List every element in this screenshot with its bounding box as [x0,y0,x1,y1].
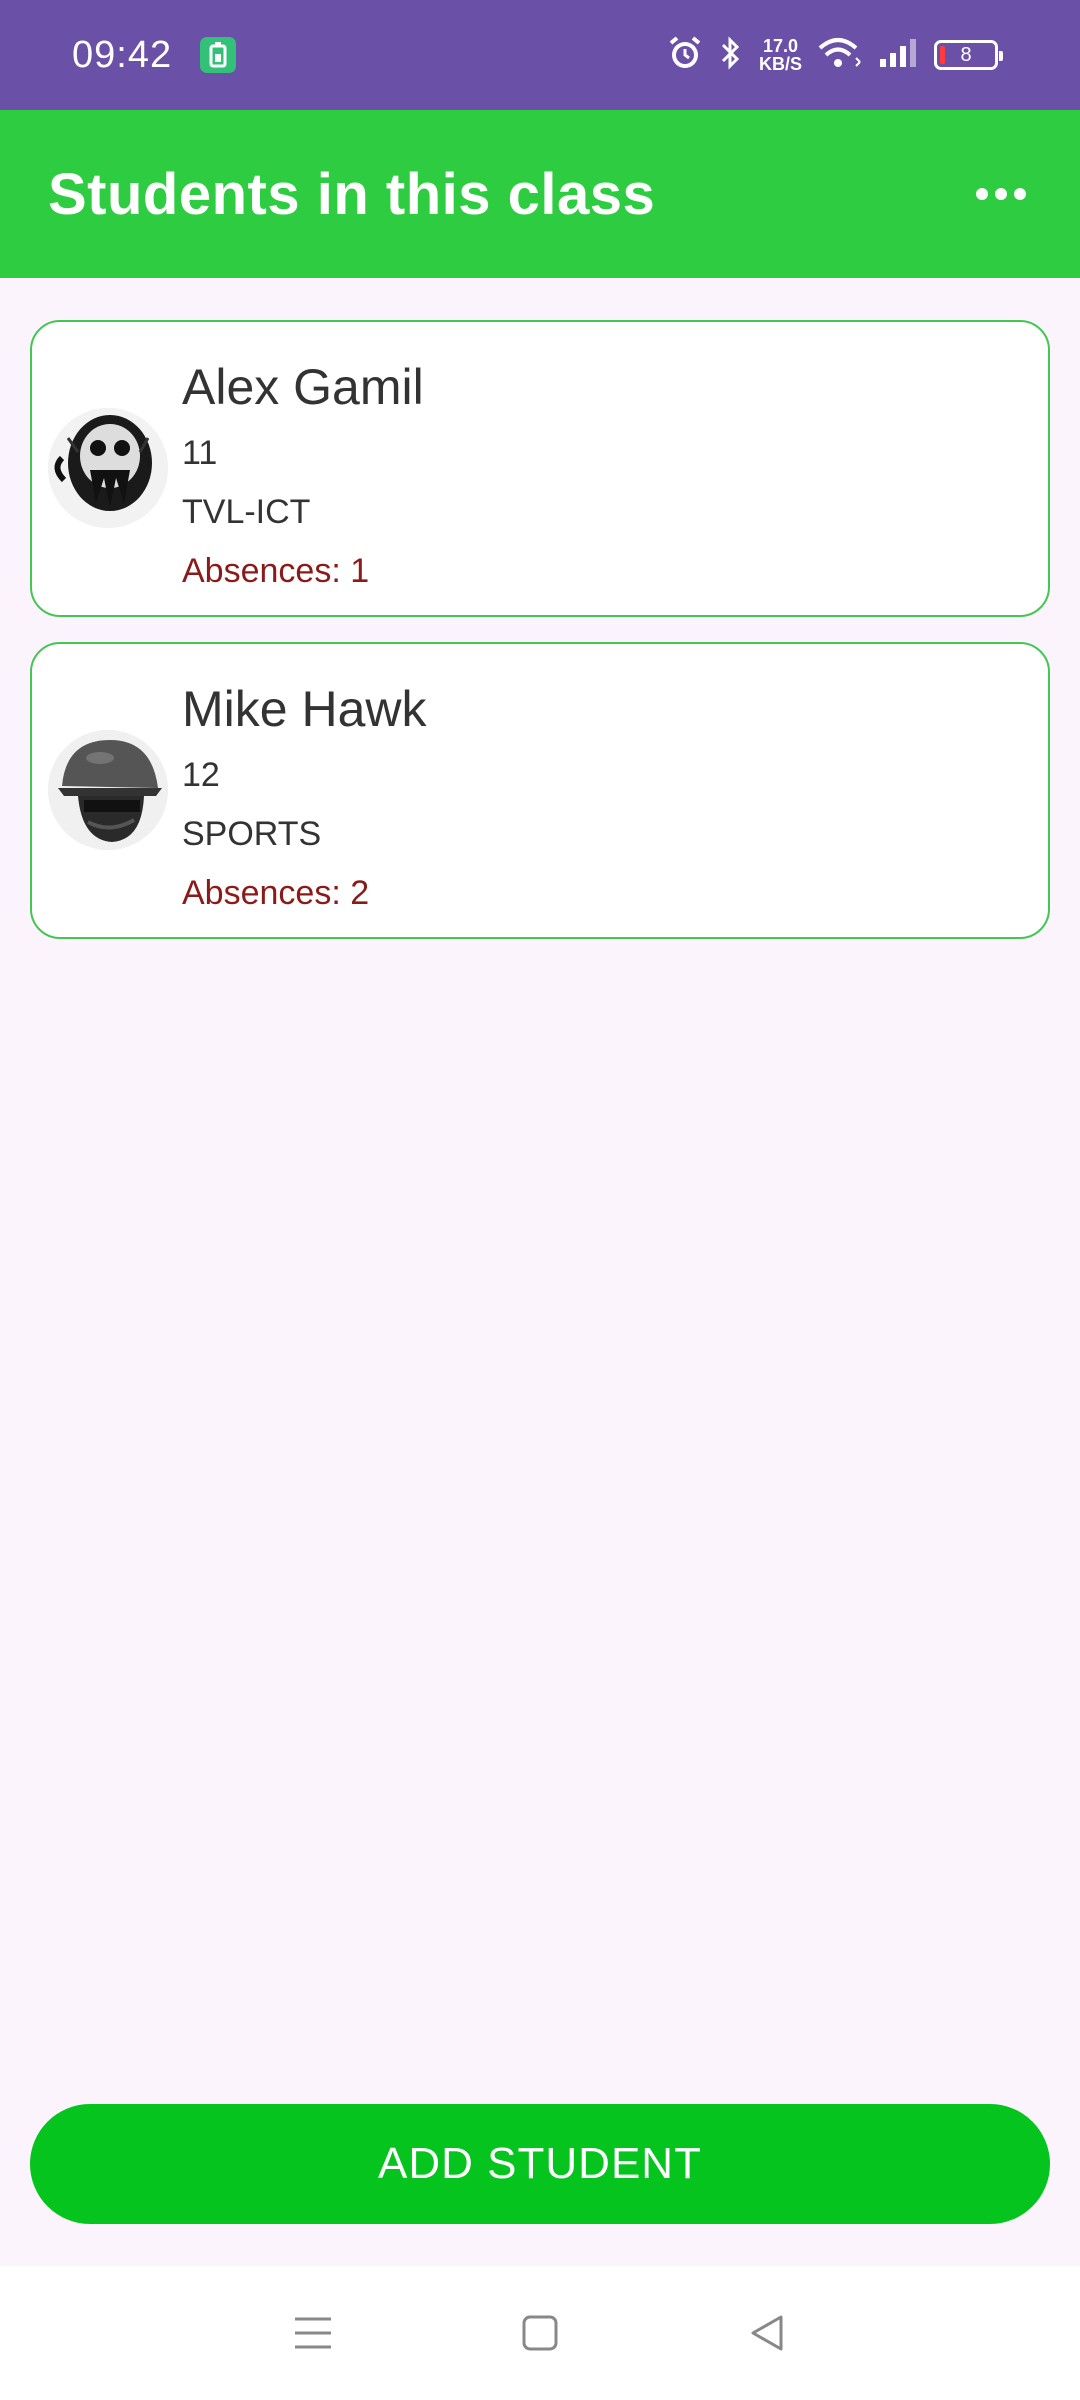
home-button[interactable] [500,2293,580,2373]
bluetooth-icon [719,35,743,76]
status-bar: 09:42 17.0 KB/S 8 [0,0,1080,110]
student-grade: 12 [182,756,220,794]
add-student-button[interactable]: ADD STUDENT [30,2104,1050,2224]
student-avatar [48,730,168,850]
student-info: Mike Hawk 12 SPORTS Absences: 2 [182,680,426,913]
student-avatar [48,408,168,528]
more-horizontal-icon [995,188,1007,200]
battery-icon: 8 [934,40,1003,70]
battery-level-fill [940,46,945,64]
wifi-icon [818,36,862,75]
home-square-icon [522,2315,558,2351]
network-speed: 17.0 KB/S [759,37,802,73]
student-info: Alex Gamil 11 TVL-ICT Absences: 1 [182,358,424,591]
student-absences: Absences: 2 [182,874,370,912]
student-card[interactable]: Mike Hawk 12 SPORTS Absences: 2 [30,642,1050,939]
network-speed-value: 17.0 [762,36,799,56]
cell-signal-icon [878,37,918,74]
student-name: Alex Gamil [182,359,424,415]
student-strand: SPORTS [182,815,322,853]
student-name: Mike Hawk [182,681,427,737]
battery-saver-icon [200,37,237,73]
alarm-icon [667,35,703,76]
skull-avatar-icon [48,408,168,528]
status-right: 17.0 KB/S 8 [667,35,1003,76]
menu-icon [295,2317,332,2349]
soldier-avatar-icon [48,730,168,850]
back-triangle-icon [751,2315,783,2351]
network-speed-unit: KB/S [758,54,802,74]
back-button[interactable] [727,2293,807,2373]
app-bar: Students in this class [0,110,1080,278]
student-absences: Absences: 1 [182,552,370,590]
more-options-button[interactable] [964,176,1038,212]
recent-apps-button[interactable] [273,2293,353,2373]
student-card[interactable]: Alex Gamil 11 TVL-ICT Absences: 1 [30,320,1050,617]
student-strand: TVL-ICT [182,493,311,531]
status-time: 09:42 [72,33,173,76]
screen: 09:42 17.0 KB/S 8 Students in this class… [0,0,1080,2400]
more-horizontal-icon [976,188,988,200]
status-left: 09:42 [72,33,237,77]
battery-level: 8 [960,43,972,66]
student-grade: 11 [182,434,218,472]
more-horizontal-icon [1014,188,1026,200]
navigation-bar [0,2266,1080,2400]
page-title: Students in this class [48,161,656,227]
